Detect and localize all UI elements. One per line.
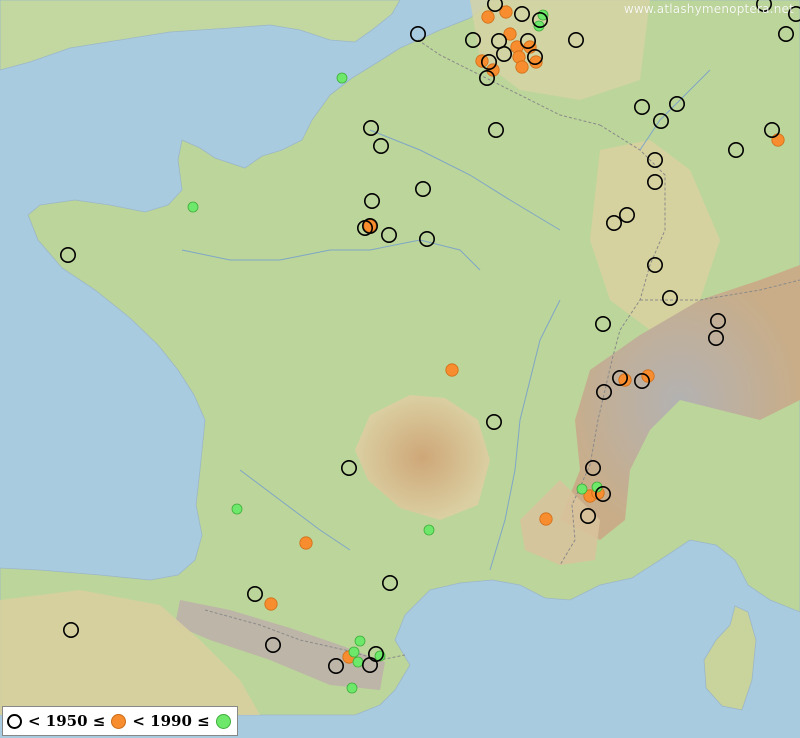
legend-label-2: < 1990 ≤ bbox=[132, 712, 210, 730]
record-marker-1950-1990 bbox=[299, 536, 313, 550]
record-marker-after-1990 bbox=[346, 682, 358, 694]
record-marker-1950-1990 bbox=[771, 133, 785, 147]
record-marker-1950-1990 bbox=[618, 373, 632, 387]
record-marker-after-1990 bbox=[576, 483, 588, 495]
legend-1950-1990-symbol bbox=[111, 713, 127, 729]
terrain-basemap bbox=[0, 0, 800, 738]
record-marker-1950-1990 bbox=[515, 60, 529, 74]
record-marker-1950-1990 bbox=[481, 10, 495, 24]
distribution-map: www.atlashymenoptera.net < 1950 ≤ < 1990… bbox=[0, 0, 800, 738]
legend-label-1: < 1950 ≤ bbox=[28, 712, 106, 730]
legend-before-1950-symbol bbox=[7, 713, 22, 729]
record-marker-after-1990 bbox=[354, 635, 366, 647]
record-marker-1950-1990 bbox=[264, 597, 278, 611]
record-marker-after-1990 bbox=[423, 524, 435, 536]
record-marker-after-1990 bbox=[187, 201, 199, 213]
record-marker-after-1990 bbox=[348, 646, 360, 658]
record-marker-after-1990 bbox=[336, 72, 348, 84]
watermark: www.atlashymenoptera.net bbox=[623, 2, 794, 16]
legend-after-1990-symbol bbox=[215, 713, 231, 729]
record-marker-after-1990 bbox=[231, 503, 243, 515]
record-marker-after-1990 bbox=[352, 656, 364, 668]
record-marker-1950-1990 bbox=[363, 219, 377, 233]
record-marker-1950-1990 bbox=[445, 363, 459, 377]
record-marker-1950-1990 bbox=[539, 512, 553, 526]
legend: < 1950 ≤ < 1990 ≤ bbox=[2, 706, 238, 736]
